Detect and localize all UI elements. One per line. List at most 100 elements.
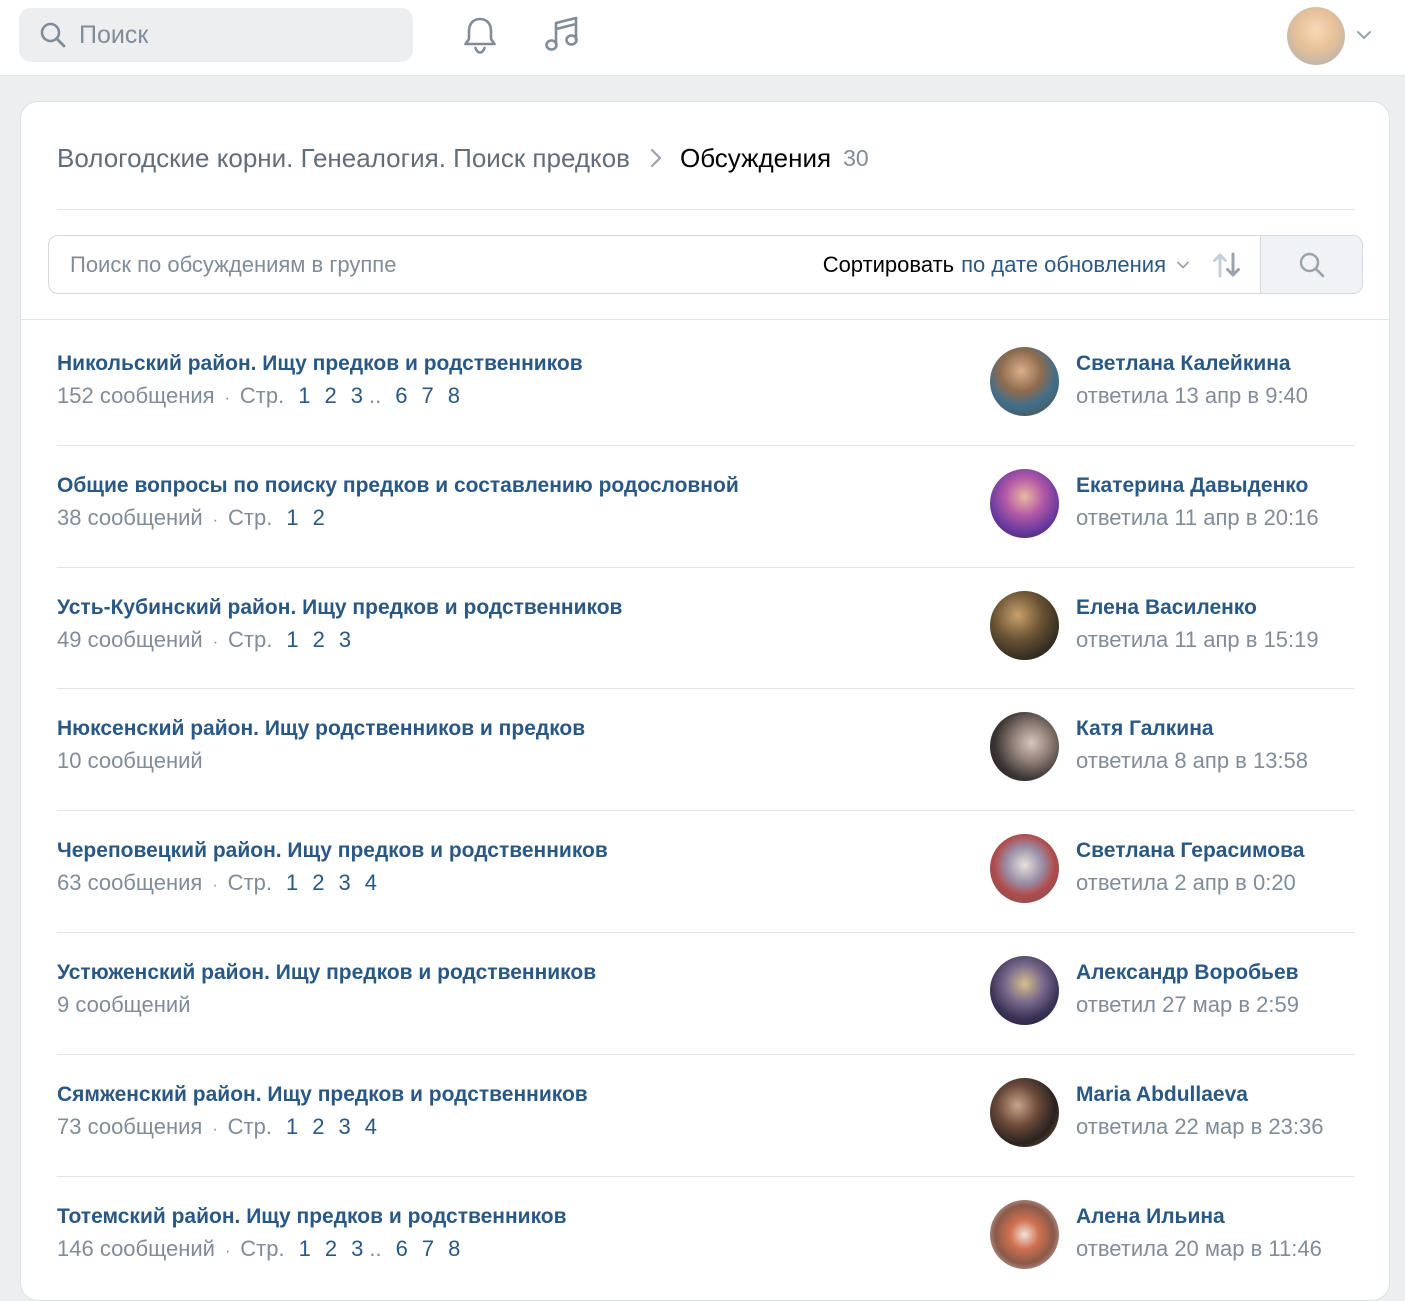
page-link[interactable]: 6 bbox=[395, 383, 407, 409]
page-link[interactable]: 1 bbox=[286, 870, 298, 896]
page-link[interactable]: 2 bbox=[312, 870, 324, 896]
separator-dot: · bbox=[212, 1120, 218, 1138]
page-link[interactable]: 1 bbox=[286, 505, 298, 531]
author-avatar[interactable] bbox=[990, 955, 1059, 1025]
separator-dot: · bbox=[212, 511, 219, 529]
sort-direction-icon[interactable] bbox=[1210, 250, 1244, 280]
page-link[interactable]: 1 bbox=[298, 383, 310, 409]
page-link[interactable]: 2 bbox=[324, 383, 336, 409]
page-link[interactable]: 1 bbox=[299, 1236, 311, 1262]
author-avatar[interactable] bbox=[990, 590, 1059, 660]
separator-dot: · bbox=[212, 877, 218, 895]
breadcrumb-group-link[interactable]: Вологодские корни. Генеалогия. Поиск пре… bbox=[57, 143, 630, 174]
page-link[interactable]: 1 bbox=[286, 627, 298, 653]
sort-dropdown[interactable]: Сортировать по дате обновления bbox=[823, 252, 1190, 278]
message-count: 9 сообщений bbox=[57, 991, 191, 1017]
topic-title-link[interactable]: Нюксенский район. Ищу родственников и пр… bbox=[57, 717, 585, 741]
author-avatar[interactable] bbox=[990, 347, 1059, 416]
author-name-link[interactable]: Светлана Герасимова bbox=[1076, 839, 1304, 863]
topic-title-link[interactable]: Череповецкий район. Ищу предков и родств… bbox=[57, 839, 608, 863]
author-avatar[interactable] bbox=[990, 1199, 1059, 1269]
last-reply-time: ответила 20 мар в 11:46 bbox=[1076, 1235, 1322, 1261]
last-reply-time: ответила 13 апр в 9:40 bbox=[1076, 383, 1309, 408]
discussion-search-input[interactable] bbox=[49, 236, 823, 293]
page-link[interactable]: 2 bbox=[313, 505, 325, 531]
last-reply-time: ответил 27 мар в 2:59 bbox=[1076, 991, 1299, 1017]
message-count: 146 сообщений bbox=[57, 1235, 215, 1261]
chevron-right-icon bbox=[650, 148, 662, 168]
discussion-search-button[interactable] bbox=[1260, 236, 1362, 293]
page-link[interactable]: 4 bbox=[365, 870, 377, 896]
page-link[interactable]: 1 bbox=[286, 1114, 298, 1140]
author-avatar[interactable] bbox=[990, 834, 1059, 904]
page-link[interactable]: 2 bbox=[325, 1236, 337, 1262]
author-name-link[interactable]: Елена Василенко bbox=[1076, 596, 1257, 620]
pages-label: Стр. bbox=[227, 870, 272, 896]
topic-row: Нюксенский район. Ищу родственников и пр… bbox=[21, 689, 1389, 812]
topic-meta: 38 сообщений · Стр. 1 2 bbox=[57, 505, 339, 531]
page-link[interactable]: 3 bbox=[338, 1114, 350, 1140]
last-reply-time: ответила 11 апр в 20:16 bbox=[1076, 504, 1319, 530]
topic-row: Череповецкий район. Ищу предков и родств… bbox=[21, 811, 1389, 933]
page-link[interactable]: 6 bbox=[396, 1236, 408, 1262]
global-search[interactable] bbox=[19, 8, 413, 62]
bell-icon[interactable] bbox=[460, 14, 500, 56]
author-avatar[interactable] bbox=[990, 712, 1059, 782]
topic-title-link[interactable]: Тотемский район. Ищу предков и родственн… bbox=[57, 1205, 567, 1229]
topic-meta: 152 сообщения · Стр. 1 2 3.. 6 7 8 bbox=[57, 383, 474, 409]
topic-title-link[interactable]: Устюженский район. Ищу предков и родстве… bbox=[57, 961, 596, 985]
profile-avatar[interactable] bbox=[1287, 7, 1345, 65]
discussion-filter-bar: Сортировать по дате обновления bbox=[48, 235, 1363, 294]
sort-label: Сортировать bbox=[822, 251, 955, 277]
topic-row: Общие вопросы по поиску предков и состав… bbox=[21, 446, 1389, 568]
author-avatar[interactable] bbox=[990, 1077, 1059, 1147]
message-count: 38 сообщений bbox=[57, 504, 203, 530]
topic-meta: 49 сообщений · Стр. 1 2 3 bbox=[57, 627, 365, 653]
page-link[interactable]: 3 bbox=[339, 627, 351, 653]
topic-row: Усть-Кубинский район. Ищу предков и родс… bbox=[21, 568, 1389, 690]
chevron-down-icon[interactable] bbox=[1355, 28, 1373, 42]
last-reply-time: ответила 22 мар в 23:36 bbox=[1076, 1113, 1324, 1139]
page-link[interactable]: 8 bbox=[448, 1236, 460, 1262]
page-link[interactable]: 3 bbox=[351, 1236, 363, 1262]
divider bbox=[57, 209, 1354, 210]
discussions-count: 30 bbox=[843, 144, 869, 171]
pages-label: Стр. bbox=[240, 1235, 285, 1261]
last-reply-time: ответила 11 апр в 15:19 bbox=[1076, 626, 1319, 652]
music-icon[interactable] bbox=[542, 14, 582, 56]
page-link[interactable]: 2 bbox=[313, 627, 325, 653]
separator-dot: · bbox=[212, 633, 219, 651]
message-count: 152 сообщения bbox=[57, 383, 215, 408]
author-name-link[interactable]: Александр Воробьев bbox=[1076, 961, 1299, 985]
page-link[interactable]: 3 bbox=[351, 383, 363, 409]
author-name-link[interactable]: Алена Ильина bbox=[1076, 1205, 1225, 1229]
author-name-link[interactable]: Светлана Калейкина bbox=[1076, 352, 1291, 376]
topic-meta: 10 сообщений bbox=[57, 748, 203, 774]
page-link[interactable]: 8 bbox=[448, 383, 460, 409]
message-count: 10 сообщений bbox=[57, 748, 203, 774]
author-name-link[interactable]: Катя Галкина bbox=[1076, 717, 1214, 741]
topic-title-link[interactable]: Усть-Кубинский район. Ищу предков и родс… bbox=[57, 596, 622, 620]
pages-ellipsis: .. bbox=[368, 383, 382, 408]
topic-meta: 146 сообщений · Стр. 1 2 3.. 6 7 8 bbox=[57, 1236, 474, 1262]
author-name-link[interactable]: Екатерина Давыденко bbox=[1076, 474, 1308, 498]
last-reply-time: ответила 8 апр в 13:58 bbox=[1076, 748, 1309, 774]
page-link[interactable]: 4 bbox=[365, 1114, 377, 1140]
global-search-input[interactable] bbox=[79, 20, 379, 50]
topic-title-link[interactable]: Общие вопросы по поиску предков и состав… bbox=[57, 474, 739, 498]
search-icon bbox=[40, 22, 66, 48]
page-link[interactable]: 3 bbox=[338, 870, 350, 896]
author-avatar[interactable] bbox=[990, 468, 1059, 538]
topic-meta: 73 сообщения · Стр. 1 2 3 4 bbox=[57, 1114, 391, 1140]
pages-label: Стр. bbox=[228, 626, 273, 652]
topic-title-link[interactable]: Никольский район. Ищу предков и родствен… bbox=[57, 352, 583, 376]
page-link[interactable]: 7 bbox=[422, 1236, 434, 1262]
page-link[interactable]: 7 bbox=[421, 383, 433, 409]
message-count: 49 сообщений bbox=[57, 626, 203, 652]
author-name-link[interactable]: Maria Abdullaeva bbox=[1076, 1083, 1248, 1107]
sort-value: по дате обновления bbox=[961, 251, 1166, 277]
topic-title-link[interactable]: Сямженский район. Ищу предков и родствен… bbox=[57, 1083, 588, 1107]
page-link[interactable]: 2 bbox=[312, 1114, 324, 1140]
chevron-down-icon bbox=[1177, 261, 1189, 268]
separator-dot: · bbox=[224, 1242, 231, 1260]
